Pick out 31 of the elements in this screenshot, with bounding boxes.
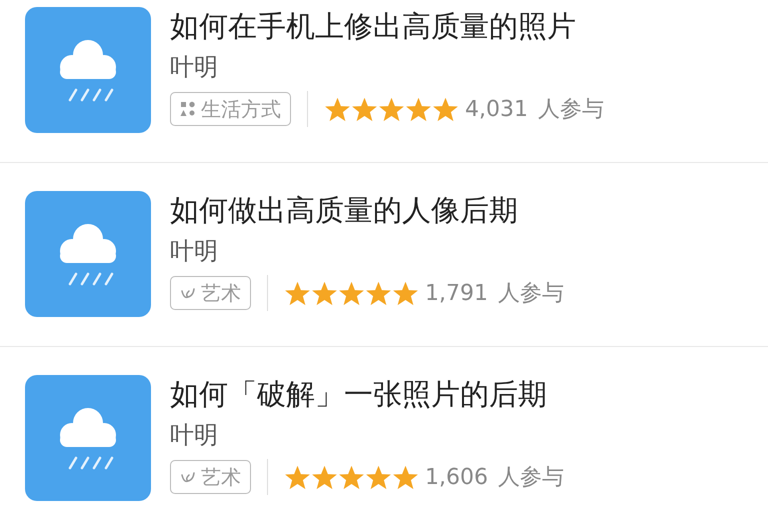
star-icon xyxy=(311,464,338,490)
star-icon xyxy=(432,96,459,122)
star-icon xyxy=(284,464,311,490)
participant-count: 1,791 xyxy=(425,280,488,306)
author-name: 叶明 xyxy=(170,420,219,451)
star-icon xyxy=(351,96,378,122)
participant-count: 4,031 xyxy=(465,96,528,122)
star-icon xyxy=(378,96,405,122)
participant-label: 人参与 xyxy=(498,464,564,492)
star-icon xyxy=(338,280,365,306)
participant-label: 人参与 xyxy=(498,280,564,308)
course-title[interactable]: 如何「破解」一张照片的后期 xyxy=(170,375,564,413)
author-name: 叶明 xyxy=(170,52,219,83)
star-icon xyxy=(365,464,392,490)
star-icon xyxy=(392,280,419,306)
course-title[interactable]: 如何做出高质量的人像后期 xyxy=(170,191,564,229)
participant-count: 1,606 xyxy=(425,464,488,490)
author-name: 叶明 xyxy=(170,236,219,267)
participant-label: 人参与 xyxy=(538,96,604,124)
star-icon xyxy=(284,280,311,306)
star-icon xyxy=(324,96,351,122)
course-title[interactable]: 如何在手机上修出高质量的照片 xyxy=(170,7,604,45)
shapes-icon xyxy=(180,101,196,117)
tag-label: 生活方式 xyxy=(201,96,281,122)
tag-label: 艺术 xyxy=(201,280,241,306)
star-icon xyxy=(338,464,365,490)
star-icon xyxy=(405,96,432,122)
star-icon xyxy=(365,280,392,306)
star-icon xyxy=(311,280,338,306)
tag-label: 艺术 xyxy=(201,464,241,490)
star-icon xyxy=(392,464,419,490)
